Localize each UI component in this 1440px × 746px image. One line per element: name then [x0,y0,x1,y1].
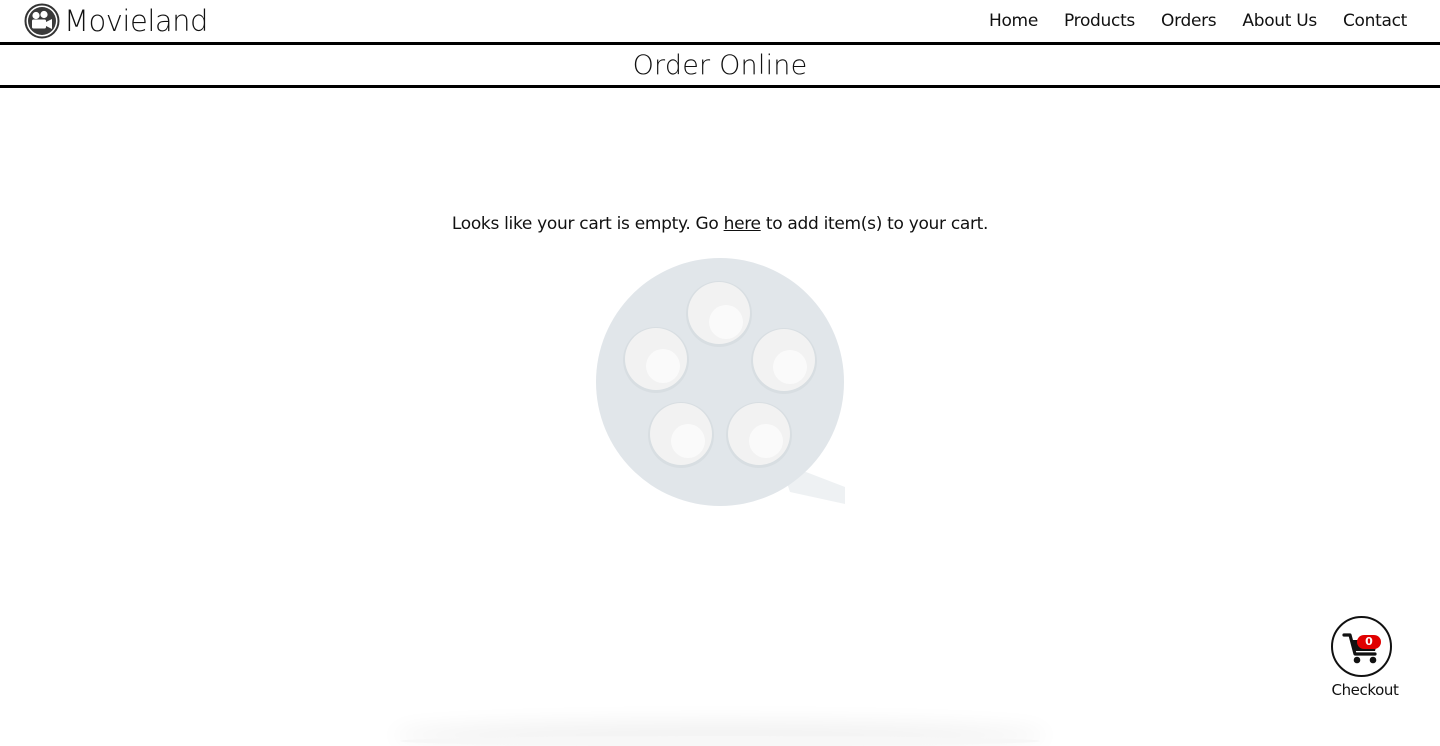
empty-cart-suffix: to add item(s) to your cart. [760,214,989,234]
shop-here-link[interactable]: here [724,214,761,234]
cart-circle: 0 [1331,616,1392,677]
film-reel-icon [596,258,845,506]
nav-about-us[interactable]: About Us [1242,8,1317,34]
title-bar: Order Online [0,45,1440,88]
navbar: Movieland Home Products Orders About Us … [0,0,1440,45]
main-nav: Home Products Orders About Us Contact [963,8,1407,34]
checkout-button[interactable]: 0 Checkout [1328,616,1402,702]
empty-cart-prefix: Looks like your cart is empty. Go [451,214,724,234]
nav-orders[interactable]: Orders [1161,8,1217,34]
nav-products[interactable]: Products [1064,8,1135,34]
page-title: Order Online [632,50,808,81]
nav-contact[interactable]: Contact [1343,8,1407,34]
film-camera-icon [24,3,60,39]
nav-home[interactable]: Home [989,8,1038,34]
brand-link[interactable]: Movieland [24,2,208,40]
cart-count-badge: 0 [1357,635,1381,649]
checkout-label: Checkout [1331,681,1399,699]
brand-name: Movieland [64,4,208,38]
footer-edge [400,736,1040,746]
empty-cart-message: Looks like your cart is empty. Go here t… [0,211,1440,237]
